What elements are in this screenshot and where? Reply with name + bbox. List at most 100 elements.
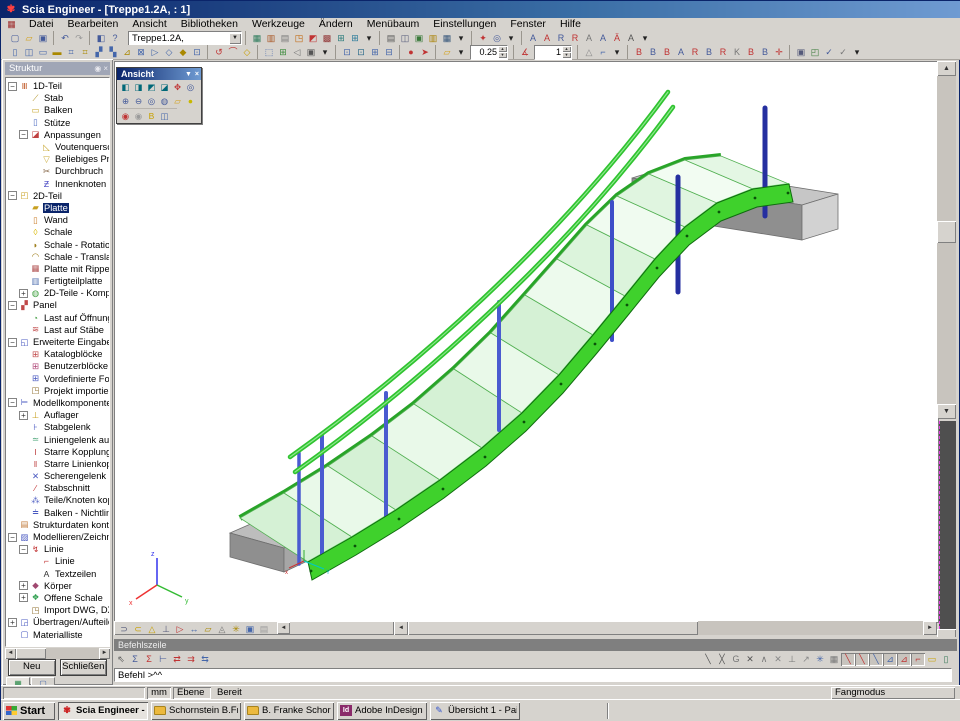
plus-expander-icon[interactable]: + bbox=[19, 581, 28, 590]
menu-item-bibliotheken[interactable]: Bibliotheken bbox=[174, 18, 245, 30]
cursor-snap-icon[interactable]: ✳ bbox=[813, 653, 827, 666]
select-all-icon[interactable]: ▣ bbox=[304, 46, 318, 59]
member-tool-7-icon[interactable]: R bbox=[716, 46, 730, 59]
member-tool-5-icon[interactable]: R bbox=[688, 46, 702, 59]
poly-select-icon[interactable]: ◇ bbox=[240, 46, 254, 59]
tree-item[interactable]: −⊨Modellkomponenten bbox=[6, 397, 109, 409]
tree-item[interactable]: ◳Projekt importieren (I bbox=[6, 385, 109, 397]
scroll-left-icon[interactable]: ◄ bbox=[5, 648, 16, 659]
minus-expander-icon[interactable]: − bbox=[8, 338, 17, 347]
minus-expander-icon[interactable]: − bbox=[8, 301, 17, 310]
tree-item[interactable]: ◠Schale - Translation bbox=[6, 251, 109, 263]
minus-expander-icon[interactable]: − bbox=[19, 545, 28, 554]
viewport-vertical-scrollbar[interactable]: ▲ ▼ bbox=[937, 61, 956, 419]
print-dropdown-icon[interactable]: ▾ bbox=[454, 32, 468, 45]
tree-item[interactable]: ⌐Linie bbox=[6, 555, 109, 567]
zoom-window-icon[interactable]: ◎ bbox=[184, 81, 197, 93]
tree-item[interactable]: ⟋Stab bbox=[6, 92, 109, 104]
spinner-arrows[interactable]: ▲▼ bbox=[562, 46, 571, 59]
menu-item-hilfe[interactable]: Hilfe bbox=[553, 18, 588, 30]
copy-attributes-icon[interactable]: ⊡ bbox=[340, 46, 354, 59]
dimension-display-icon[interactable]: ↔ bbox=[187, 623, 201, 636]
taskbar-task[interactable]: IdAdobe InDesign C... bbox=[337, 702, 427, 720]
tree-item[interactable]: ƵInnenknoten bbox=[6, 178, 109, 190]
tree-item[interactable]: ∕Stabschnitt bbox=[6, 482, 109, 494]
hide-selection-icon[interactable]: ▞ bbox=[92, 46, 106, 59]
snap-intersect-icon[interactable]: ✕ bbox=[771, 653, 785, 666]
taskbar-task[interactable]: ✎Übersicht 1 - Paint bbox=[430, 702, 520, 720]
text-style-1-icon[interactable]: A bbox=[582, 32, 596, 45]
tree-item[interactable]: +◍2D-Teile - Kompone bbox=[6, 287, 109, 299]
check-data-icon[interactable]: ✓ bbox=[836, 46, 850, 59]
ansicht-close-icon[interactable]: × bbox=[195, 71, 199, 78]
snap-grid-icon[interactable]: G bbox=[729, 653, 743, 666]
scroll-down-icon[interactable]: ▼ bbox=[937, 404, 956, 419]
camera-saved-icon[interactable]: ◉ bbox=[132, 110, 145, 122]
tree-item[interactable]: ATextzeilen bbox=[6, 568, 109, 580]
select-dropdown-icon[interactable]: ▾ bbox=[318, 46, 332, 59]
export-image-icon[interactable]: ◰ bbox=[808, 46, 822, 59]
plus-expander-icon[interactable]: + bbox=[19, 593, 28, 602]
menu-item-menübaum[interactable]: Menübaum bbox=[360, 18, 427, 30]
status-unit[interactable]: mm bbox=[147, 687, 171, 699]
text-settings-icon[interactable]: A bbox=[624, 32, 638, 45]
command-input[interactable] bbox=[114, 668, 952, 682]
zoom-document-icon[interactable]: ◎ bbox=[490, 32, 504, 45]
tree-item[interactable]: ▭Balken bbox=[6, 104, 109, 116]
tree-item[interactable]: −◰2D-Teil bbox=[6, 190, 109, 202]
snap-arc-icon[interactable]: ▯ bbox=[939, 653, 953, 666]
view-player-icon[interactable]: ✥ bbox=[171, 81, 184, 93]
tree-item[interactable]: −▞Panel bbox=[6, 299, 109, 311]
member-tool-4-icon[interactable]: A bbox=[674, 46, 688, 59]
copy-add-icon[interactable]: ⊞ bbox=[368, 46, 382, 59]
view-x-icon[interactable]: ◧ bbox=[119, 81, 132, 93]
scale-spinner[interactable]: 1 ▲▼ bbox=[534, 45, 572, 60]
member-tool-11-icon[interactable]: ✛ bbox=[772, 46, 786, 59]
sum-red-icon[interactable]: Σ bbox=[142, 653, 156, 666]
pointer-icon[interactable]: ⇖ bbox=[114, 653, 128, 666]
viewport-horizontal-scrollbar[interactable]: ◄ ► bbox=[394, 621, 937, 635]
member-tool-3-icon[interactable]: B bbox=[660, 46, 674, 59]
tree-item[interactable]: ◊Schale bbox=[6, 226, 109, 238]
label-style-2-icon[interactable]: R bbox=[568, 32, 582, 45]
tree-item[interactable]: ≐Balken - Nichtlinearit bbox=[6, 507, 109, 519]
tree-item[interactable]: +⊥Auflager bbox=[6, 409, 109, 421]
plus-expander-icon[interactable]: + bbox=[8, 618, 17, 627]
view-z-icon[interactable]: ◩ bbox=[145, 81, 158, 93]
arrow-swap-icon[interactable]: ⇄ bbox=[170, 653, 184, 666]
dim-style-2-icon[interactable]: A bbox=[540, 32, 554, 45]
mesh-display-icon[interactable]: ◬ bbox=[215, 623, 229, 636]
check-structure-icon[interactable]: ✓ bbox=[822, 46, 836, 59]
undo-icon[interactable]: ↶ bbox=[58, 32, 72, 45]
fly-mode-icon[interactable]: ➤ bbox=[418, 46, 432, 59]
snap-cross-icon[interactable]: ╳ bbox=[715, 653, 729, 666]
view-axo-icon[interactable]: ◪ bbox=[158, 81, 171, 93]
sum-blue-icon[interactable]: Σ bbox=[128, 653, 142, 666]
tree-item[interactable]: +❖Offene Schale bbox=[6, 592, 109, 604]
load-cases-icon[interactable]: ◩ bbox=[306, 32, 320, 45]
scale-tool-icon[interactable]: △ bbox=[582, 46, 596, 59]
paste-attributes-icon[interactable]: ⊡ bbox=[354, 46, 368, 59]
cross-sections-icon[interactable]: ▥ bbox=[264, 32, 278, 45]
check-dropdown-icon[interactable]: ▾ bbox=[850, 46, 864, 59]
menu-item-ansicht[interactable]: Ansicht bbox=[125, 18, 173, 30]
rendered-icon[interactable]: ◆ bbox=[176, 46, 190, 59]
tree-item[interactable]: ⊞Vordefinierte Formen bbox=[6, 373, 109, 385]
arrow-pair-icon[interactable]: ⇆ bbox=[198, 653, 212, 666]
tree-item[interactable]: ⊞Katalogblöcke bbox=[6, 348, 109, 360]
menu-item-ändern[interactable]: Ändern bbox=[312, 18, 360, 30]
tree-item[interactable]: ▥Fertigteilplatte bbox=[6, 275, 109, 287]
menu-item-datei[interactable]: Datei bbox=[22, 18, 61, 30]
plus-expander-icon[interactable]: + bbox=[19, 411, 28, 420]
folder-dropdown-icon[interactable]: ▾ bbox=[454, 46, 468, 59]
tree-item[interactable]: ≃Liniengelenk auf 2D- bbox=[6, 433, 109, 445]
rotate-select-icon[interactable]: ↺ bbox=[212, 46, 226, 59]
snap-mid-icon[interactable]: ∧ bbox=[757, 653, 771, 666]
zoom-selection-icon[interactable]: ◍ bbox=[158, 95, 171, 107]
snap-center-icon[interactable]: ╲ bbox=[869, 653, 883, 666]
named-cut-icon[interactable]: ▷ bbox=[148, 46, 162, 59]
mdi-document-icon[interactable]: ▦ bbox=[5, 19, 18, 30]
zoom-out-icon[interactable]: ⊖ bbox=[132, 95, 145, 107]
redo-icon[interactable]: ↷ bbox=[72, 32, 86, 45]
close-button[interactable]: Schließen bbox=[60, 659, 108, 676]
